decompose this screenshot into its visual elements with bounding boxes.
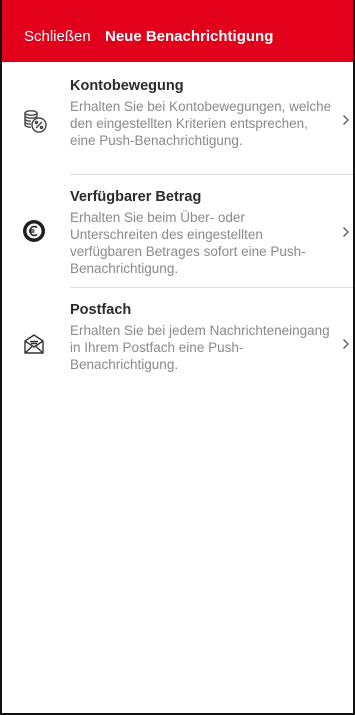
chevron-right-icon	[342, 113, 352, 125]
list-item-verfuegbarer-betrag[interactable]: Verfügbarer Betrag Erhalten Sie beim Übe…	[2, 174, 353, 287]
item-description: Erhalten Sie bei jedem Nachrichteneingan…	[70, 323, 330, 372]
chevron-right-icon	[342, 225, 352, 237]
item-title: Verfügbarer Betrag	[70, 189, 202, 205]
page-title: Neue Benachrichtigung	[105, 28, 274, 45]
item-title: Postfach	[70, 302, 132, 318]
header-bar: Schließen Neue Benachrichtigung	[2, 0, 353, 62]
chevron-right-icon	[342, 337, 352, 349]
item-description: Erhalten Sie bei Kontobewegungen, welche…	[70, 99, 332, 148]
euro-coin-icon	[22, 219, 46, 243]
app-frame: Schließen Neue Benachrichtigung Kontobew…	[0, 0, 355, 715]
list-item-kontobewegung[interactable]: Kontobewegung Erhalten Sie bei Kontobewe…	[2, 62, 353, 174]
envelope-icon	[22, 332, 46, 356]
coins-percent-icon	[22, 108, 47, 133]
item-description: Erhalten Sie beim Über- oder Unterschrei…	[70, 210, 306, 276]
close-button[interactable]: Schließen	[24, 28, 91, 45]
item-title: Kontobewegung	[70, 78, 184, 94]
list-item-postfach[interactable]: Postfach Erhalten Sie bei jedem Nachrich…	[2, 287, 353, 399]
notification-type-list: Kontobewegung Erhalten Sie bei Kontobewe…	[2, 62, 353, 399]
